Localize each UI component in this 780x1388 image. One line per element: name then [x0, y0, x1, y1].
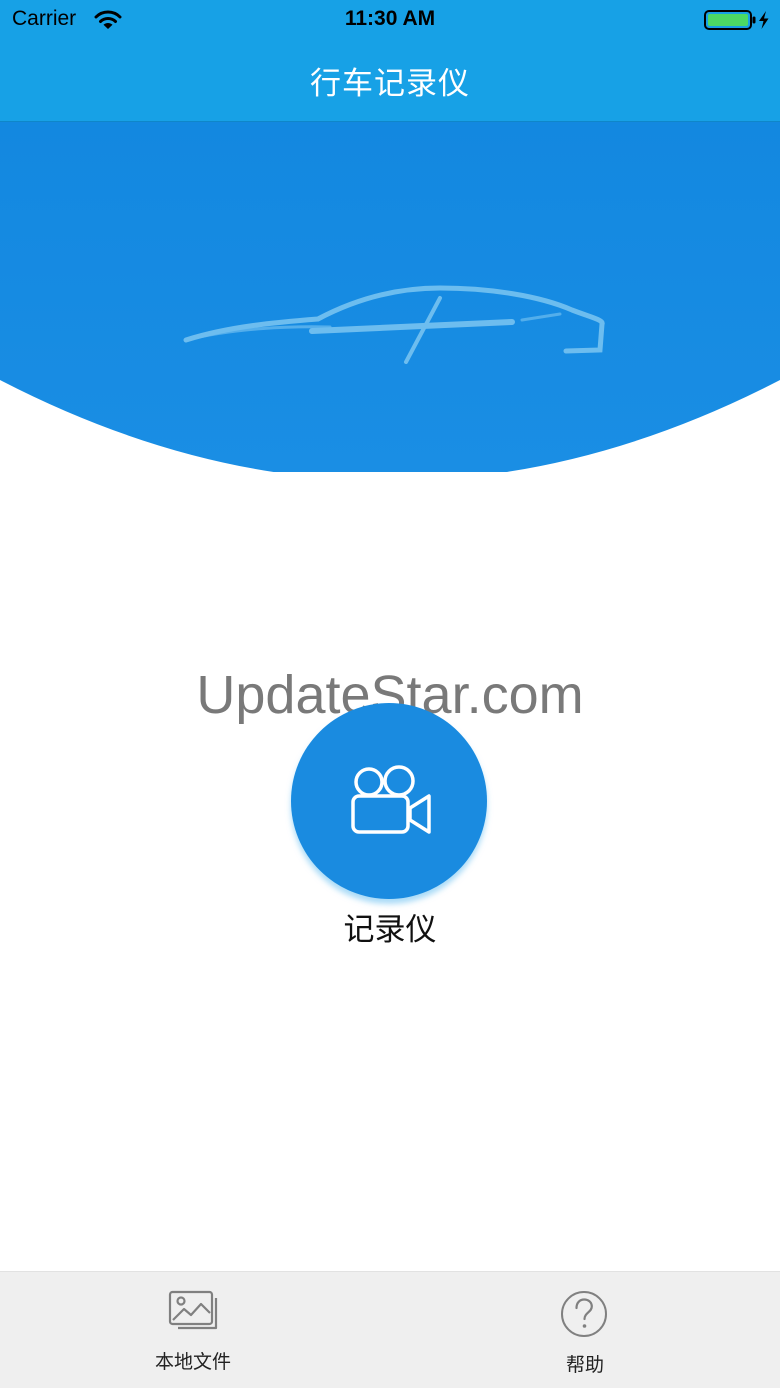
page-title: 行车记录仪 [310, 66, 470, 102]
tab-local-files-label: 本地文件 [154, 1351, 231, 1373]
hero-background [0, 122, 780, 472]
tab-local-files[interactable]: 本地文件 [0, 1272, 390, 1388]
help-circle-icon [561, 1291, 607, 1337]
hero-banner [0, 122, 780, 472]
battery-charging-icon [704, 10, 769, 30]
tab-bar: 本地文件 帮助 [0, 1271, 780, 1388]
tab-help[interactable]: 帮助 [390, 1272, 780, 1388]
image-gallery-icon [168, 1290, 218, 1330]
status-bar: Carrier 11:30 AM [0, 0, 780, 40]
recorder-label: 记录仪 [343, 912, 437, 948]
video-camera-icon [351, 765, 431, 834]
status-time: 11:30 AM [344, 7, 436, 30]
tab-help-label: 帮助 [565, 1354, 604, 1376]
navigation-bar: 行车记录仪 [0, 40, 780, 122]
